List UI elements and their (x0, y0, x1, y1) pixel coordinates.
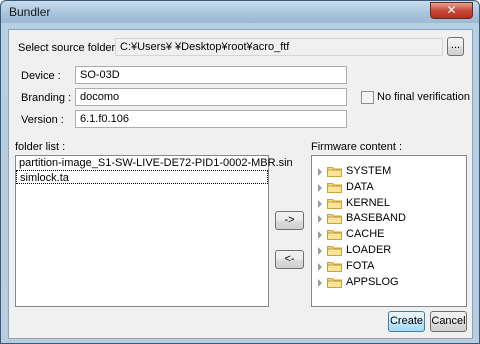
tree-item-label: KERNEL (346, 196, 391, 209)
firmware-tree[interactable]: SYSTEM DATA KERNEL BASEBAND CACHE LOADER FOTA A… (311, 155, 467, 307)
tree-item-label: CACHE (346, 228, 385, 241)
branding-label: Branding : (21, 92, 72, 104)
version-field[interactable]: 6.1.f0.106 (75, 110, 347, 128)
tree-expand-icon[interactable] (318, 262, 322, 271)
tree-item[interactable]: CACHE (312, 227, 462, 243)
tree-expand-icon[interactable] (318, 247, 322, 255)
folder-list-label: folder list : (15, 141, 66, 153)
tree-expand-icon[interactable] (318, 278, 322, 287)
list-item[interactable]: simlock.ta (16, 170, 268, 184)
cancel-button[interactable]: Cancel (430, 311, 467, 332)
tree-item[interactable]: KERNEL (312, 196, 462, 212)
folder-icon (327, 213, 342, 225)
tree-item-label: DATA (346, 180, 374, 193)
folder-list[interactable]: partition-image_S1-SW-LIVE-DE72-PID1-000… (15, 155, 293, 307)
tree-item-label: APPSLOG (346, 275, 399, 288)
folder-icon (327, 261, 342, 272)
title-bar[interactable]: Bundler ✕ (1, 1, 479, 23)
close-button[interactable]: ✕ (430, 2, 473, 19)
add-to-firmware-button[interactable]: -> (275, 211, 304, 230)
version-label: Version : (21, 114, 64, 126)
tree-item-label: FOTA (346, 259, 375, 272)
remove-from-firmware-button[interactable]: <- (275, 250, 304, 269)
branding-field[interactable]: docomo (75, 88, 347, 106)
folder-icon (327, 166, 342, 177)
source-folder-label: Select source folder (18, 42, 116, 54)
source-folder-field[interactable]: C:¥Users¥ ¥Desktop¥root¥acro_ftf (115, 38, 443, 56)
device-label: Device : (21, 70, 61, 82)
tree-item-label: BASEBAND (346, 212, 406, 225)
no-final-verification-checkbox[interactable] (361, 91, 374, 104)
folder-icon (327, 198, 342, 209)
bundler-window: Bundler ✕ Select source folder C:¥Users¥… (0, 0, 480, 344)
folder-icon (327, 277, 342, 288)
tree-item[interactable]: FOTA (312, 259, 462, 275)
firmware-content-label: Firmware content : (311, 141, 403, 153)
list-item[interactable]: partition-image_S1-SW-LIVE-DE72-PID1-000… (16, 156, 293, 170)
folder-icon (327, 229, 342, 241)
browse-button[interactable]: ... (447, 37, 464, 56)
tree-expand-icon[interactable] (318, 168, 322, 176)
tree-expand-icon[interactable] (318, 215, 322, 224)
create-button[interactable]: Create (388, 311, 425, 332)
device-field[interactable]: SO-03D (75, 66, 347, 84)
tree-item[interactable]: DATA (312, 180, 462, 196)
dialog-client-area: Select source folder C:¥Users¥ ¥Desktop¥… (8, 29, 473, 339)
folder-icon (327, 182, 342, 193)
no-final-verification-label: No final verification (377, 91, 470, 103)
tree-item[interactable]: LOADER (312, 243, 462, 259)
tree-item-label: SYSTEM (346, 165, 392, 177)
tree-expand-icon[interactable] (318, 199, 322, 208)
tree-expand-icon[interactable] (318, 231, 322, 240)
tree-expand-icon[interactable] (318, 183, 322, 192)
window-title: Bundler (9, 5, 51, 19)
tree-item[interactable]: BASEBAND (312, 211, 462, 227)
tree-item[interactable]: SYSTEM (312, 164, 462, 180)
tree-item-label: LOADER (346, 244, 392, 256)
folder-icon (327, 245, 342, 256)
tree-item[interactable]: APPSLOG (312, 275, 462, 291)
